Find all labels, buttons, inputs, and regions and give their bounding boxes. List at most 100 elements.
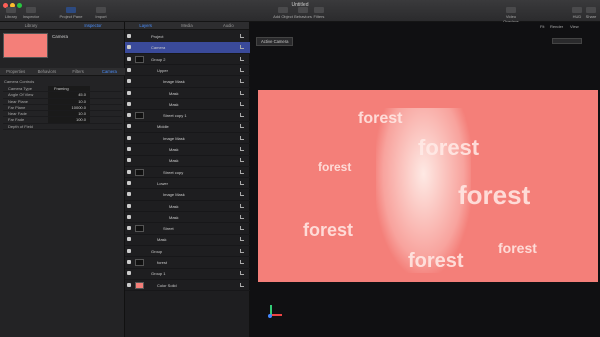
zoom-menu[interactable]: Fit: [540, 24, 544, 29]
layer-visibility-checkbox[interactable]: [127, 124, 131, 129]
layer-row[interactable]: Group: [125, 246, 250, 258]
layer-visibility-checkbox[interactable]: [127, 192, 131, 197]
layer-row[interactable]: Street copy: [125, 167, 250, 179]
layer-visibility-checkbox[interactable]: [127, 79, 131, 84]
layer-visibility-checkbox[interactable]: [127, 180, 131, 185]
layer-row[interactable]: Middle: [125, 121, 250, 133]
layer-row[interactable]: Image Mask: [125, 133, 250, 145]
layer-row[interactable]: Street copy 1: [125, 110, 250, 122]
layer-row[interactable]: Mask: [125, 144, 250, 156]
canvas-toolbar-icons[interactable]: [552, 38, 582, 44]
layer-row[interactable]: Color Solid: [125, 280, 250, 292]
layer-lock-icon[interactable]: [240, 158, 244, 163]
layer-visibility-checkbox[interactable]: [127, 34, 131, 38]
layer-visibility-checkbox[interactable]: [127, 45, 131, 50]
render-menu[interactable]: Render: [550, 24, 563, 29]
tab-media[interactable]: Media: [166, 22, 207, 29]
share-button[interactable]: Share: [584, 7, 598, 19]
far-fade-field[interactable]: 100.0: [48, 117, 90, 123]
camera-type-select[interactable]: Framing: [48, 86, 90, 92]
layer-lock-icon[interactable]: [240, 192, 244, 197]
layer-row[interactable]: Group 1: [125, 268, 250, 280]
layer-visibility-checkbox[interactable]: [127, 214, 131, 219]
layer-visibility-checkbox[interactable]: [127, 67, 131, 72]
import-button[interactable]: Import: [90, 7, 112, 19]
layer-lock-icon[interactable]: [240, 90, 244, 95]
layer-visibility-checkbox[interactable]: [127, 101, 131, 106]
view-menu[interactable]: View: [570, 24, 579, 29]
layer-lock-icon[interactable]: [240, 124, 244, 129]
layer-visibility-checkbox[interactable]: [127, 56, 131, 61]
layer-row[interactable]: Camera: [125, 42, 250, 54]
canvas-image[interactable]: forest forest forest forest forest fores…: [258, 90, 598, 282]
layer-row[interactable]: Street: [125, 223, 250, 235]
tab-audio[interactable]: Audio: [208, 22, 249, 29]
layer-lock-icon[interactable]: [240, 101, 244, 106]
layer-visibility-checkbox[interactable]: [127, 113, 131, 118]
layer-lock-icon[interactable]: [240, 113, 244, 118]
layer-visibility-checkbox[interactable]: [127, 226, 131, 231]
layer-visibility-checkbox[interactable]: [127, 147, 131, 151]
inspector-button[interactable]: Inspector: [20, 7, 42, 19]
layer-lock-icon[interactable]: [240, 135, 244, 140]
layer-visibility-checkbox[interactable]: [127, 260, 131, 264]
layer-row[interactable]: Mask: [125, 155, 250, 167]
layer-lock-icon[interactable]: [240, 248, 244, 253]
layer-visibility-checkbox[interactable]: [127, 282, 131, 287]
layer-row[interactable]: Image Mask: [125, 76, 250, 88]
layer-lock-icon[interactable]: [240, 271, 244, 276]
layer-visibility-checkbox[interactable]: [127, 135, 131, 140]
tab-inspector[interactable]: Inspector: [62, 22, 124, 29]
near-plane-field[interactable]: 10.0: [48, 98, 90, 104]
layer-lock-icon[interactable]: [240, 56, 244, 61]
layer-lock-icon[interactable]: [240, 79, 244, 84]
layer-visibility-checkbox[interactable]: [127, 158, 131, 163]
tab-filters[interactable]: Filters: [63, 68, 94, 75]
left-panel-tabs: Library Inspector: [0, 22, 124, 30]
project-pane-button[interactable]: Project Pane: [58, 7, 84, 19]
layer-lock-icon[interactable]: [240, 34, 244, 38]
add-object-button[interactable]: Add Object: [272, 7, 294, 19]
layer-lock-icon[interactable]: [240, 282, 244, 287]
layer-visibility-checkbox[interactable]: [127, 237, 131, 242]
layer-lock-icon[interactable]: [240, 67, 244, 72]
layer-visibility-checkbox[interactable]: [127, 90, 131, 95]
near-fade-field[interactable]: 10.0: [48, 111, 90, 117]
layer-lock-icon[interactable]: [240, 260, 244, 264]
hud-button[interactable]: HUD: [570, 7, 584, 19]
layer-row[interactable]: Mask: [125, 88, 250, 99]
layer-lock-icon[interactable]: [240, 169, 244, 174]
param-depth-of-field[interactable]: Depth of Field: [3, 124, 122, 131]
layer-lock-icon[interactable]: [240, 180, 244, 185]
layer-lock-icon[interactable]: [240, 226, 244, 231]
layer-visibility-checkbox[interactable]: [127, 169, 131, 174]
layer-row[interactable]: Image Mask: [125, 189, 250, 201]
layer-row[interactable]: Mask: [125, 99, 250, 111]
layer-row[interactable]: Group 2: [125, 54, 250, 66]
angle-of-view-field[interactable]: 45.0: [48, 92, 90, 98]
library-button[interactable]: Library: [0, 7, 22, 19]
layer-row[interactable]: Mask: [125, 201, 250, 212]
layer-lock-icon[interactable]: [240, 203, 244, 208]
camera-menu[interactable]: Active Camera: [256, 37, 294, 46]
layer-row[interactable]: Mask: [125, 234, 250, 246]
layer-visibility-checkbox[interactable]: [127, 271, 131, 276]
layer-lock-icon[interactable]: [240, 45, 244, 50]
layer-lock-icon[interactable]: [240, 214, 244, 219]
tab-behaviors[interactable]: Behaviors: [31, 68, 62, 75]
tab-layers[interactable]: Layers: [125, 22, 166, 29]
tab-camera[interactable]: Camera: [94, 68, 125, 75]
layer-row[interactable]: Mask: [125, 212, 250, 224]
layer-row[interactable]: Project: [125, 31, 250, 43]
layer-row[interactable]: forest: [125, 257, 250, 269]
layer-lock-icon[interactable]: [240, 147, 244, 151]
far-plane-field[interactable]: 10000.0: [48, 104, 90, 111]
tab-library[interactable]: Library: [0, 22, 62, 29]
layer-visibility-checkbox[interactable]: [127, 203, 131, 208]
tab-properties[interactable]: Properties: [0, 68, 31, 75]
filters-button[interactable]: Filters: [308, 7, 330, 19]
layer-row[interactable]: Lower: [125, 178, 250, 190]
layer-lock-icon[interactable]: [240, 237, 244, 242]
layer-row[interactable]: Upper: [125, 65, 250, 77]
layer-visibility-checkbox[interactable]: [127, 248, 131, 253]
